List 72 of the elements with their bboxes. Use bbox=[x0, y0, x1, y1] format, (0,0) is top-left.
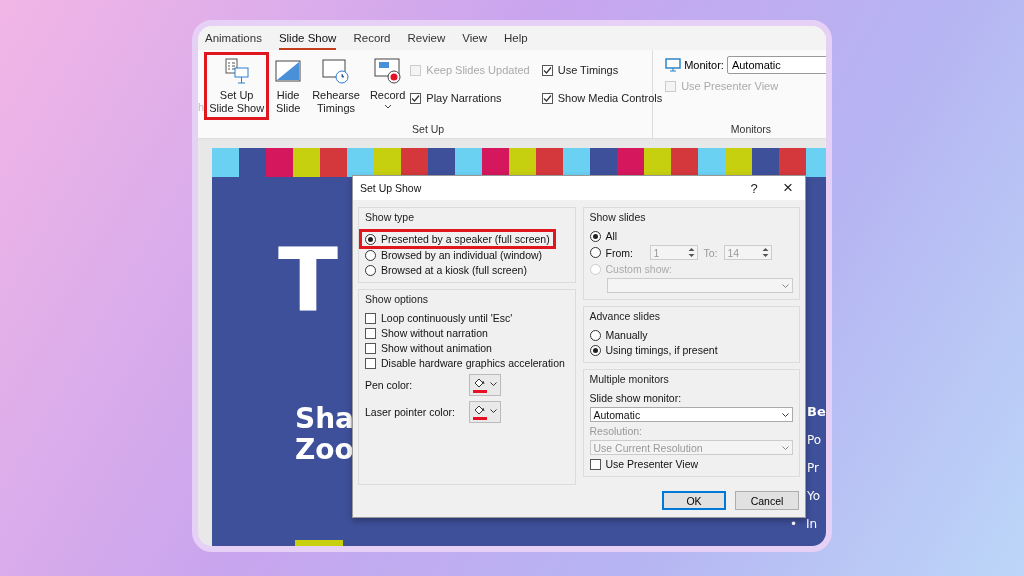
record-slide-icon bbox=[372, 57, 403, 85]
color-label: Pen color: bbox=[365, 379, 414, 391]
field-label: Slide show monitor: bbox=[589, 392, 683, 404]
slide-text: Po bbox=[807, 432, 822, 449]
slide-subtitle: Sha bbox=[295, 403, 354, 434]
checkbox-option[interactable]: Use Presenter View bbox=[589, 458, 793, 470]
checkbox-option[interactable]: Loop continuously until 'Esc' bbox=[365, 312, 569, 324]
slide-heading: Be bbox=[807, 403, 826, 421]
radio-option[interactable]: Browsed at a kiosk (full screen) bbox=[365, 264, 569, 276]
monitor-icon bbox=[665, 58, 682, 72]
monitor-dropdown[interactable]: Automatic bbox=[589, 407, 793, 422]
slide-subtitle: Zoo bbox=[295, 434, 354, 465]
group-label: Set Up bbox=[411, 123, 446, 137]
spin-arrows-icon bbox=[686, 246, 696, 259]
ribbon-label: h bbox=[198, 101, 205, 113]
color-picker-button[interactable] bbox=[469, 401, 501, 423]
checkmark-icon bbox=[542, 93, 552, 103]
radio-option[interactable]: Presented by a speaker (full screen) bbox=[362, 232, 553, 246]
ribbon-button[interactable]: Rehearse Timings bbox=[307, 52, 365, 120]
dialog-button[interactable]: OK bbox=[662, 491, 726, 510]
radio-option[interactable]: Using timings, if present bbox=[589, 344, 793, 356]
monitor-dropdown[interactable]: Automatic bbox=[726, 56, 826, 74]
bullet: • bbox=[790, 516, 798, 533]
ribbon-checkbox[interactable]: Show Media Controls bbox=[541, 84, 663, 112]
radio-option[interactable]: From: bbox=[589, 246, 646, 259]
color-label: Laser pointer color: bbox=[365, 406, 456, 418]
checkbox-option[interactable]: Disable hardware graphics acceleration bbox=[365, 357, 569, 369]
group-title: Advance slides bbox=[589, 310, 662, 322]
ribbon-button[interactable]: Set Up Slide Show bbox=[204, 52, 270, 120]
field-label: To: bbox=[703, 246, 718, 259]
group-title: Show options bbox=[365, 293, 430, 305]
group-title: Show type bbox=[365, 211, 416, 223]
help-button[interactable]: ? bbox=[737, 176, 771, 200]
ribbon-tab[interactable]: Help bbox=[503, 32, 528, 50]
caret-icon bbox=[782, 412, 789, 417]
field-label: Resolution: bbox=[589, 425, 644, 437]
group-title: Multiple monitors bbox=[589, 373, 670, 385]
ribbon-checkbox[interactable]: Play Narrations bbox=[410, 84, 530, 112]
slide-text: In bbox=[806, 516, 818, 533]
projector-screen-icon bbox=[222, 57, 251, 85]
caret-icon bbox=[782, 283, 789, 288]
ribbon-tab[interactable]: Record bbox=[353, 32, 391, 50]
close-button[interactable]: × bbox=[771, 176, 805, 200]
dialog-title: Set Up Show bbox=[360, 182, 423, 194]
radio-option[interactable]: All bbox=[589, 230, 793, 242]
slide-title: T bbox=[278, 236, 339, 324]
caret-icon bbox=[782, 445, 789, 450]
dialog-button[interactable]: Cancel bbox=[735, 491, 799, 510]
ribbon-tab[interactable]: Review bbox=[407, 32, 446, 50]
radio-option[interactable]: Manually bbox=[589, 329, 793, 341]
monitor-label: Monitor: bbox=[684, 59, 724, 71]
checkbox-option[interactable]: Show without animation bbox=[365, 342, 569, 354]
ribbon-button[interactable]: Hide Slide bbox=[269, 52, 308, 120]
slide-text: Pr bbox=[807, 460, 819, 477]
radio-option[interactable]: Browsed by an individual (window) bbox=[365, 249, 569, 261]
ribbon-tab[interactable]: Animations bbox=[205, 32, 262, 50]
ribbon-checkbox[interactable]: Use Timings bbox=[541, 56, 663, 84]
slide-text: Yo bbox=[807, 488, 821, 505]
checkmark-icon bbox=[411, 93, 421, 103]
slide-timer-icon bbox=[321, 57, 351, 85]
spin-arrows-icon bbox=[760, 246, 770, 259]
ribbon-button[interactable]: Record bbox=[364, 52, 411, 114]
accent-bar bbox=[295, 540, 343, 546]
caret-icon bbox=[490, 381, 497, 386]
color-picker-button[interactable] bbox=[469, 374, 501, 396]
checkbox-option[interactable]: Show without narration bbox=[365, 327, 569, 339]
caret-icon bbox=[490, 408, 497, 413]
hidden-slide-icon bbox=[274, 57, 303, 85]
checkmark-icon bbox=[542, 65, 552, 75]
group-label: Monitors bbox=[729, 123, 773, 137]
ribbon-tab[interactable]: View bbox=[462, 32, 487, 50]
group-title: Show slides bbox=[589, 211, 647, 223]
